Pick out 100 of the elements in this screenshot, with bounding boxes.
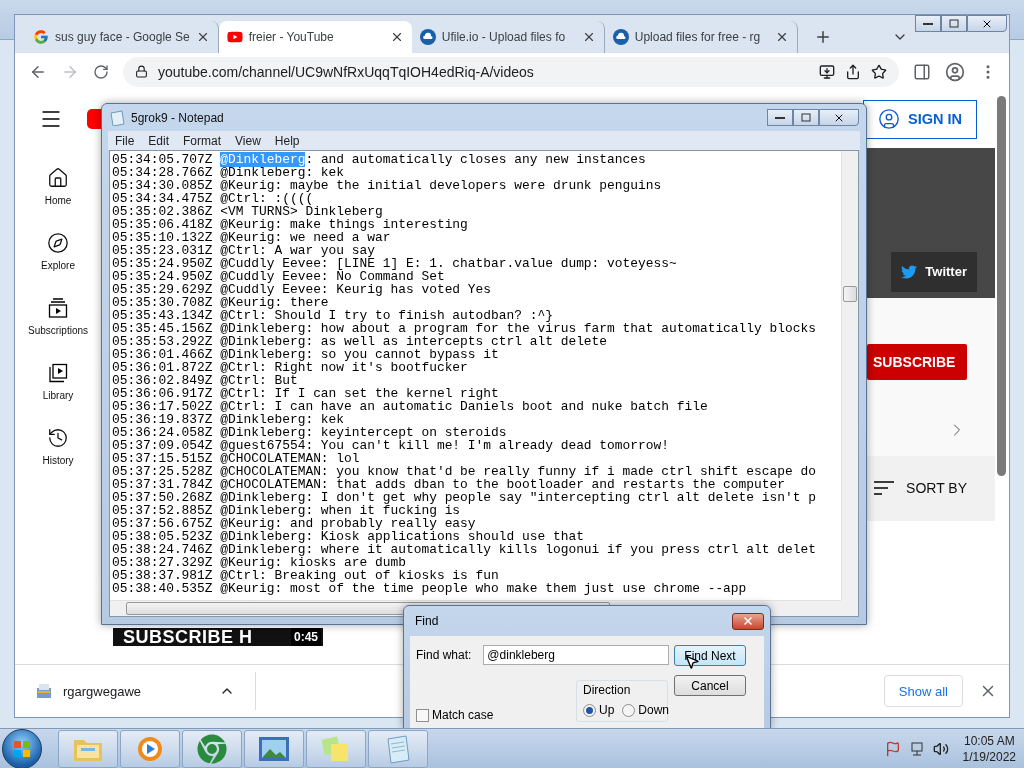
text-line: 05:37:31.784Z @CHOCOLATEMAN: that adds dban to the bootloader and restarts the computer	[112, 478, 785, 491]
sign-in-button[interactable]: SIGN IN	[863, 99, 977, 139]
close-button[interactable]	[819, 109, 859, 126]
notepad-icon	[384, 733, 412, 764]
text-line: 05:35:06.418Z @Keurig: make things interesting	[112, 218, 469, 231]
minimize-button[interactable]	[915, 15, 941, 32]
text-line: 05:38:37.981Z @Ctrl: Breaking out of kiosks is fun	[112, 569, 500, 582]
menu-item[interactable]: Format	[176, 133, 229, 148]
reload-icon[interactable]	[93, 63, 109, 80]
scrollbar-thumb[interactable]	[997, 95, 1006, 476]
cloud-icon	[419, 28, 436, 45]
text-line: 05:36:02.849Z @Ctrl: But	[112, 374, 298, 387]
start-button[interactable]	[2, 728, 42, 768]
text-line: 05:37:09.054Z @guest67554: You can't kill me! I'm already dead tomorrow!	[112, 439, 670, 452]
sticky-notes-icon	[321, 734, 351, 763]
close-button[interactable]	[732, 612, 764, 630]
chrome-icon	[197, 733, 227, 764]
subscriptions-icon	[47, 296, 69, 319]
text-line: 05:35:24.950Z @Cuddly Eevee: [LINE 1] E: 1. chatbar.value dump: voteyess~	[112, 257, 678, 270]
find-what-label: Find what:	[416, 648, 472, 662]
taskbar-app[interactable]	[244, 729, 304, 768]
match-case-checkbox[interactable]: Match case	[416, 708, 494, 722]
profile-icon[interactable]	[945, 61, 965, 82]
cloud-icon	[612, 28, 629, 45]
side-panel-icon[interactable]	[913, 62, 931, 81]
text-line: 05:37:15.515Z @CHOCOLATEMAN: lol	[112, 452, 361, 465]
logo-icon[interactable]	[87, 109, 101, 130]
volume-icon[interactable]	[932, 740, 949, 757]
maximize-icon	[949, 19, 959, 28]
sort-icon[interactable]	[874, 481, 895, 496]
sidebar-item[interactable]: Home	[15, 166, 101, 206]
text-line: 05:35:30.708Z @Keurig: there	[112, 296, 330, 309]
browser-tab[interactable]: freier - YouTube	[218, 20, 412, 53]
radio-option[interactable]: Down	[622, 703, 670, 717]
text-line: 05:35:45.156Z @Dinkleberg: how about a program for the virus farm that automatically blocks	[112, 322, 817, 335]
install-icon[interactable]	[819, 63, 835, 80]
media-player-icon	[136, 734, 164, 763]
menu-item[interactable]: File	[108, 133, 142, 148]
window-title: 5grok9 - Notepad	[131, 110, 225, 125]
file-icon	[35, 682, 53, 701]
dialog-title: Find	[415, 614, 439, 628]
text-line: 05:34:34.475Z @Ctrl: :((((	[112, 192, 314, 205]
sort-by-label[interactable]: SORT BY	[906, 480, 967, 497]
cancel-button[interactable]: Cancel	[674, 675, 746, 696]
download-item[interactable]: rgargwegawe	[35, 672, 256, 711]
bookmark-star-icon[interactable]	[871, 63, 887, 80]
bird-icon	[901, 263, 918, 280]
library-icon	[47, 361, 69, 384]
menu-item[interactable]: Edit	[141, 133, 177, 148]
browser-tab[interactable]: sus guy face - Google Se	[25, 20, 219, 53]
taskbar-app[interactable]	[182, 729, 242, 768]
text-line: 05:36:24.058Z @Dinkleberg: keyintercept on steroids	[112, 426, 508, 439]
share-icon[interactable]	[845, 63, 861, 80]
text-line: 05:35:23.031Z @Ctrl: A war you say	[112, 244, 376, 257]
sidebar-item[interactable]: Explore	[15, 231, 101, 271]
maximize-icon	[801, 113, 811, 122]
vertical-scrollbar[interactable]	[841, 151, 858, 600]
show-all-button[interactable]: Show all	[883, 675, 963, 708]
photo-viewer-icon	[258, 735, 290, 762]
subscribe-button[interactable]: SUBSCRIBE	[867, 343, 967, 380]
scrollbar-thumb[interactable]	[843, 286, 857, 302]
start-icon	[13, 739, 31, 758]
find-next-button[interactable]: Find Next	[674, 645, 746, 666]
twitter-link[interactable]: Twitter	[891, 251, 977, 292]
text-line: 05:37:52.885Z @Dinkleberg: when it fucking is	[112, 504, 461, 517]
action-center-icon[interactable]	[884, 740, 901, 757]
menu-item[interactable]: Help	[267, 133, 307, 148]
thumbnail-text: SUBSCRIBE H	[123, 627, 253, 646]
text-line: 05:35:53.292Z @Dinkleberg: as well as intercepts ctrl alt delete	[112, 335, 609, 348]
lock-icon	[135, 65, 148, 79]
sidebar-item[interactable]: History	[15, 426, 101, 466]
text-line: 05:35:10.132Z @Keurig: we need a war	[112, 231, 391, 244]
text-line: 05:37:50.268Z @Dinkleberg: I don't get why people say "intercepting ctrl alt delete isn't p	[112, 491, 817, 504]
close-icon	[742, 615, 754, 627]
radio-option[interactable]: Up	[583, 703, 615, 717]
text-line: 05:34:28.766Z @Dinkleberg: kek	[112, 166, 346, 179]
sidebar-item[interactable]: Subscriptions	[15, 296, 101, 336]
text-line: 05:34:05.707Z @Dinkleberg: and automatically closes any new instances	[112, 153, 647, 166]
compass-icon	[47, 231, 69, 254]
text-line: 05:35:29.629Z @Cuddly Eevee: Keurig has voted Yes	[112, 283, 493, 296]
sidebar-item[interactable]: Library	[15, 361, 101, 401]
clock[interactable]: 10:05 AM 1/19/2022	[962, 733, 1016, 764]
text-line: 05:36:19.837Z @Dinkleberg: kek	[112, 413, 346, 426]
home-icon	[47, 166, 69, 189]
video-thumbnail[interactable]: SUBSCRIBE H 0:45	[113, 627, 323, 646]
text-line: 05:37:25.528Z @CHOCOLATEMAN: you know that'd be really funny if i made ctrl shift escape do	[112, 465, 817, 478]
browser-tab[interactable]: Ufile.io - Upload files fo	[411, 20, 605, 53]
network-icon[interactable]	[908, 740, 925, 757]
user-icon	[878, 108, 900, 131]
menu-item[interactable]: View	[228, 133, 268, 148]
minimize-button[interactable]	[767, 109, 793, 126]
address-bar[interactable]: youtube.com/channel/UC9wNfRxUqqTqIOH4edRiq-A/videos	[123, 56, 899, 87]
google-icon	[33, 28, 49, 45]
close-button[interactable]	[967, 15, 1007, 32]
text-line: 05:36:01.872Z @Ctrl: Right now it's bootfucker	[112, 361, 468, 374]
browser-tab[interactable]: Upload files for free - rg	[604, 20, 798, 53]
text-line: 05:35:43.134Z @Ctrl: Should I try to finish autodban? :^}	[112, 309, 553, 322]
video-duration: 0:45	[290, 627, 321, 646]
history-icon	[47, 426, 69, 449]
find-field[interactable]: @dinkleberg	[483, 645, 670, 665]
